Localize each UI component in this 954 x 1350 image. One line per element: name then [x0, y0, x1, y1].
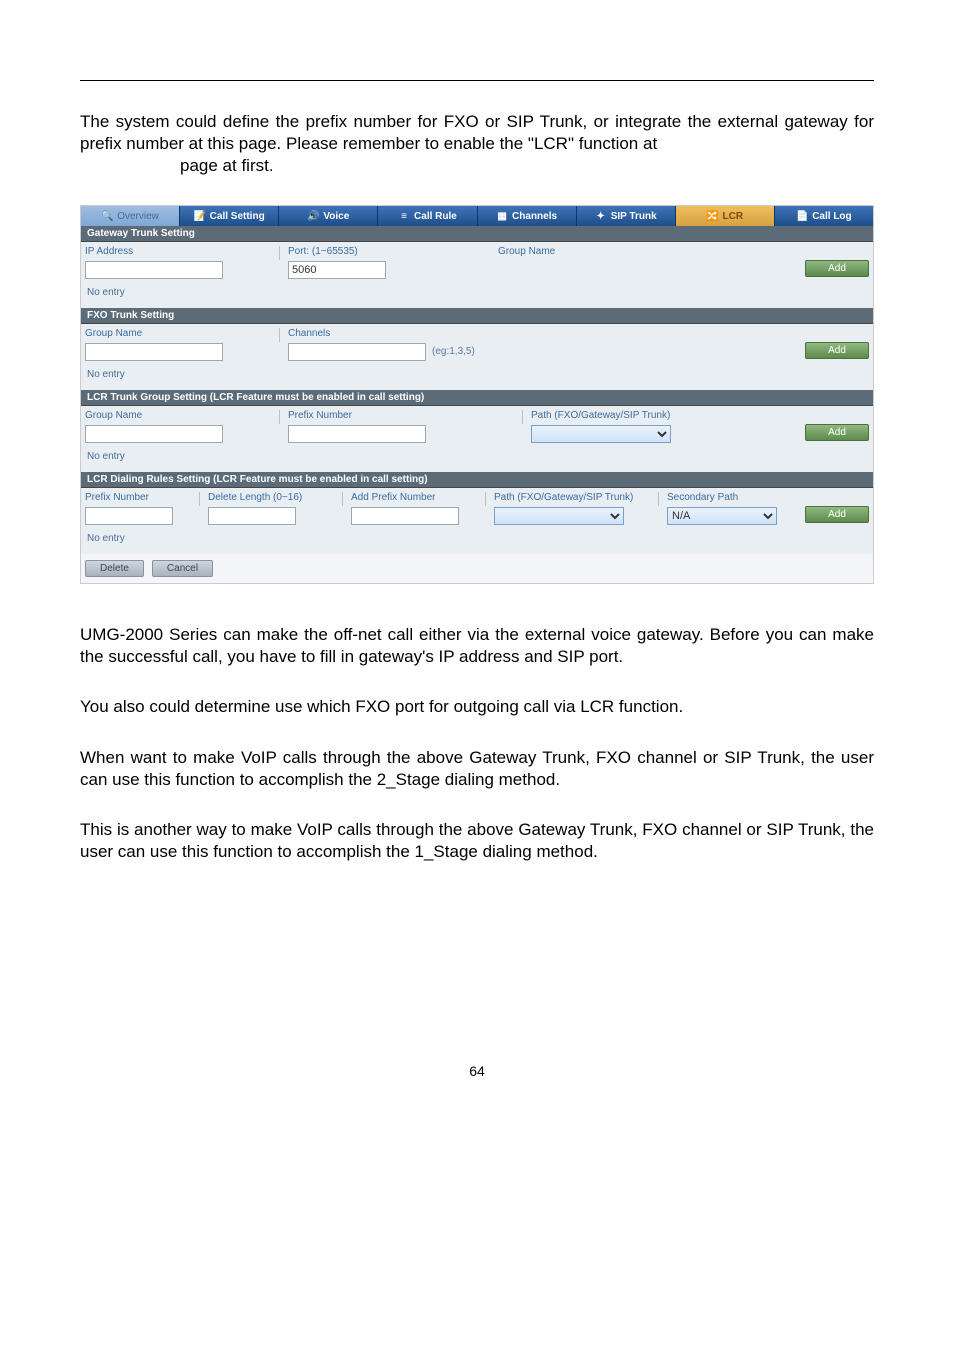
tab-sip-trunk[interactable]: ✦ SIP Trunk: [577, 206, 676, 226]
dial-path-label: Path (FXO/Gateway/SIP Trunk): [494, 492, 654, 505]
lcr-path-select[interactable]: [531, 425, 671, 443]
page-number: 64: [80, 1063, 874, 1079]
note-icon: 📝: [194, 210, 206, 222]
star-icon: ✦: [595, 210, 607, 222]
port-label: Port: (1~65535): [288, 246, 498, 259]
gateway-noentry: No entry: [85, 281, 869, 300]
group-name-label: Group Name: [498, 246, 708, 259]
fxo-channels-label: Channels: [288, 328, 588, 341]
intro-text-1: The system could define the prefix numbe…: [80, 112, 874, 153]
secondary-path-select[interactable]: N/A: [667, 507, 777, 525]
tab-channels[interactable]: ▦ Channels: [478, 206, 577, 226]
intro-paragraph: The system could define the prefix numbe…: [80, 111, 874, 177]
paragraph-5: This is another way to make VoIP calls t…: [80, 819, 874, 863]
lcr-prefix-input[interactable]: [288, 425, 426, 443]
lcr-dial-body: Prefix Number Delete Length (0~16) Add P…: [81, 488, 873, 554]
gateway-trunk-body: IP Address Port: (1~65535) Group Name Ad…: [81, 242, 873, 308]
lcrgroup-add-button[interactable]: Add: [805, 424, 869, 441]
tab-bar: 🔍 Overview 📝 Call Setting 🔊 Voice ≡ Call…: [81, 206, 873, 226]
secondary-path-label: Secondary Path: [667, 492, 797, 505]
tab-label: LCR: [723, 211, 744, 222]
intro-text-2: page at first.: [180, 155, 274, 177]
lcr-group-body: Group Name Prefix Number Path (FXO/Gatew…: [81, 406, 873, 472]
tab-label: Call Log: [812, 211, 851, 222]
voice-icon: 🔊: [307, 210, 319, 222]
dial-prefix-input[interactable]: [85, 507, 173, 525]
fxo-group-input[interactable]: [85, 343, 223, 361]
arrows-icon: 🔀: [707, 210, 719, 222]
add-prefix-label: Add Prefix Number: [351, 492, 481, 505]
list-icon: ≡: [398, 210, 410, 222]
dial-path-select[interactable]: [494, 507, 624, 525]
paragraph-3: You also could determine use which FXO p…: [80, 696, 874, 718]
lcrgroup-noentry: No entry: [85, 445, 869, 464]
tab-label: Overview: [117, 211, 159, 222]
fxo-group-label: Group Name: [85, 328, 275, 341]
tab-label: Channels: [512, 211, 557, 222]
fxo-channels-input[interactable]: [288, 343, 426, 361]
fxo-trunk-body: Group Name Channels (eg:1,3,5) Add No en…: [81, 324, 873, 390]
tab-label: Call Setting: [210, 211, 265, 222]
lcr-dial-header: LCR Dialing Rules Setting (LCR Feature m…: [81, 472, 873, 488]
lcr-group-name-input[interactable]: [85, 425, 223, 443]
lcr-group-name-label: Group Name: [85, 410, 275, 423]
paragraph-4: When want to make VoIP calls through the…: [80, 747, 874, 791]
dial-noentry: No entry: [85, 527, 869, 546]
grid-icon: ▦: [496, 210, 508, 222]
tab-voice[interactable]: 🔊 Voice: [279, 206, 378, 226]
lcr-path-label: Path (FXO/Gateway/SIP Trunk): [531, 410, 731, 423]
gateway-trunk-header: Gateway Trunk Setting: [81, 226, 873, 242]
magnifier-icon: 🔍: [101, 210, 113, 222]
cancel-button[interactable]: Cancel: [152, 560, 213, 577]
tab-lcr[interactable]: 🔀 LCR: [676, 206, 775, 226]
paragraph-2: UMG-2000 Series can make the off-net cal…: [80, 624, 874, 668]
log-icon: 📄: [796, 210, 808, 222]
gateway-add-button[interactable]: Add: [805, 260, 869, 277]
dial-prefix-label: Prefix Number: [85, 492, 195, 505]
dial-add-button[interactable]: Add: [805, 506, 869, 523]
bottom-button-bar: Delete Cancel: [81, 554, 873, 583]
delete-button[interactable]: Delete: [85, 560, 144, 577]
ip-address-label: IP Address: [85, 246, 275, 259]
ip-address-input[interactable]: [85, 261, 223, 279]
lcr-prefix-label: Prefix Number: [288, 410, 518, 423]
tab-call-setting[interactable]: 📝 Call Setting: [180, 206, 279, 226]
tab-overview[interactable]: 🔍 Overview: [81, 206, 180, 226]
add-prefix-input[interactable]: [351, 507, 459, 525]
tab-label: Voice: [323, 211, 349, 222]
tab-call-log[interactable]: 📄 Call Log: [775, 206, 873, 226]
port-input[interactable]: [288, 261, 386, 279]
fxo-channels-hint: (eg:1,3,5): [432, 343, 475, 361]
delete-length-input[interactable]: [208, 507, 296, 525]
tab-call-rule[interactable]: ≡ Call Rule: [378, 206, 477, 226]
tab-label: SIP Trunk: [611, 211, 657, 222]
tab-label: Call Rule: [414, 211, 457, 222]
lcr-group-header: LCR Trunk Group Setting (LCR Feature mus…: [81, 390, 873, 406]
fxo-trunk-header: FXO Trunk Setting: [81, 308, 873, 324]
fxo-noentry: No entry: [85, 363, 869, 382]
horizontal-rule: [80, 80, 874, 81]
fxo-add-button[interactable]: Add: [805, 342, 869, 359]
delete-length-label: Delete Length (0~16): [208, 492, 338, 505]
lcr-settings-screenshot: 🔍 Overview 📝 Call Setting 🔊 Voice ≡ Call…: [80, 205, 874, 584]
